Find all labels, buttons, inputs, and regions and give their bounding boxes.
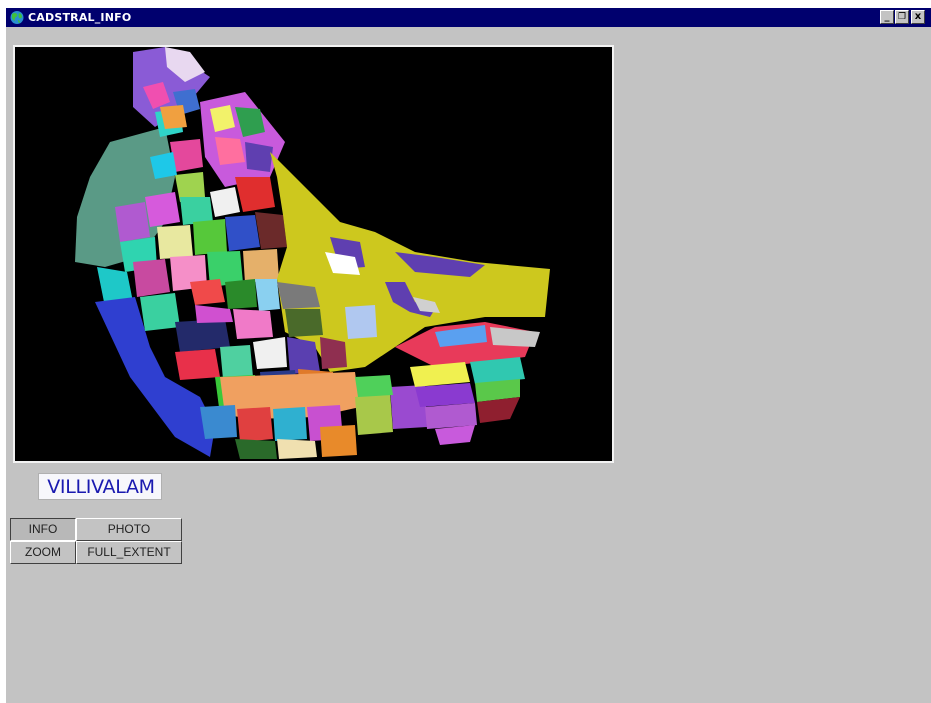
info-button[interactable]: INFO [10, 518, 76, 541]
village-name-box: VILLIVALAM [38, 473, 162, 500]
close-button[interactable]: x [911, 10, 925, 24]
minimize-button[interactable]: _ [880, 10, 894, 24]
globe-icon [10, 11, 24, 24]
title-bar[interactable]: CADSTRAL_INFO _ ❐ x [6, 8, 931, 27]
map-view[interactable] [13, 45, 614, 463]
app-window: CADSTRAL_INFO _ ❐ x VILLIVALAM INFO PHOT… [6, 8, 931, 703]
photo-button[interactable]: PHOTO [76, 518, 182, 541]
restore-button[interactable]: ❐ [895, 10, 909, 24]
full-extent-button[interactable]: FULL_EXTENT [76, 541, 182, 564]
cadastral-map-image[interactable] [15, 47, 612, 461]
window-title: CADSTRAL_INFO [28, 11, 132, 24]
village-name: VILLIVALAM [47, 476, 155, 498]
zoom-button[interactable]: ZOOM [10, 541, 76, 564]
